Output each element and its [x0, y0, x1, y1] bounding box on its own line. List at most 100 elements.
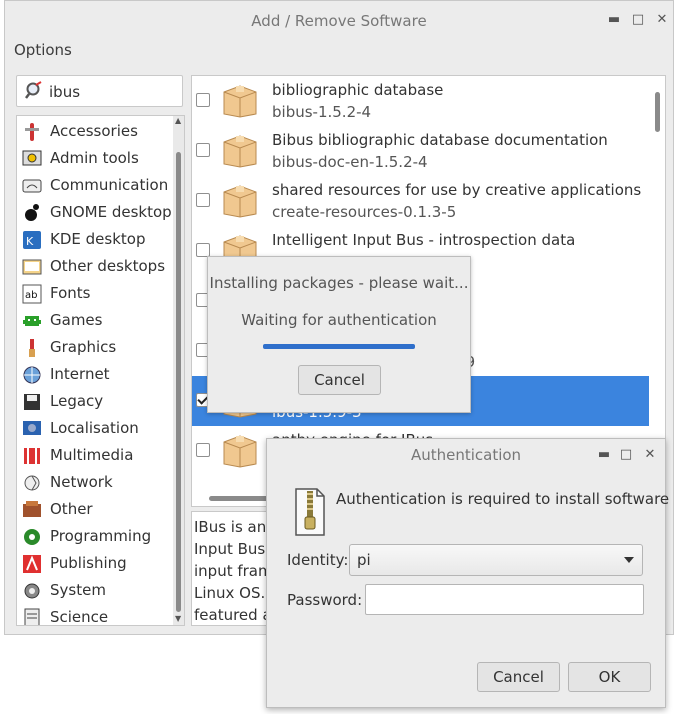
category-label: System — [50, 581, 106, 599]
package-version: bibus-doc-en-1.5.2-4 — [272, 153, 428, 171]
package-icon — [223, 135, 257, 168]
package-row[interactable]: bibliographic database bibus-1.5.2-4 — [192, 76, 649, 126]
minimize-icon[interactable]: ▬ — [605, 11, 623, 29]
package-version: bibus-1.5.2-4 — [272, 103, 372, 121]
close-icon[interactable]: ✕ — [641, 446, 659, 464]
maximize-icon[interactable]: □ — [629, 11, 647, 29]
package-row[interactable]: shared resources for use by creative app… — [192, 176, 649, 226]
scroll-up-icon[interactable]: ▲ — [175, 117, 182, 125]
communication-icon — [22, 179, 42, 193]
close-icon[interactable]: ✕ — [653, 11, 671, 29]
games-icon — [23, 316, 41, 326]
authentication-dialog: Authentication ▬ □ ✕ Authentication is r… — [266, 438, 670, 708]
category-label: Other desktops — [50, 257, 166, 275]
network-icon — [24, 475, 40, 491]
category-item[interactable]: Other — [20, 497, 170, 523]
category-item[interactable]: Communication — [20, 173, 170, 199]
science-icon — [24, 608, 40, 625]
other-desktops-icon — [22, 259, 42, 275]
chevron-down-icon — [624, 557, 634, 563]
maximize-icon[interactable]: □ — [617, 446, 635, 464]
category-item[interactable]: Science — [20, 605, 170, 625]
category-item[interactable]: Accessories — [20, 119, 170, 145]
programming-icon — [24, 529, 40, 545]
category-label: Publishing — [50, 554, 127, 572]
package-icon — [223, 185, 257, 218]
package-checkbox[interactable] — [196, 443, 210, 457]
category-label: Admin tools — [50, 149, 139, 167]
category-item[interactable]: System — [20, 578, 170, 604]
category-label: Communication — [50, 176, 169, 194]
category-item[interactable]: Graphics — [20, 335, 170, 361]
identity-select[interactable]: pi — [349, 544, 643, 576]
scroll-down-icon[interactable]: ▼ — [175, 615, 182, 623]
svg-text:K: K — [26, 235, 34, 248]
category-item[interactable]: Publishing — [20, 551, 170, 577]
category-item[interactable]: GNOME desktop — [20, 200, 172, 226]
category-label: Programming — [50, 527, 152, 545]
scrollbar-thumb[interactable] — [655, 92, 660, 132]
package-checkbox[interactable] — [196, 93, 210, 107]
package-name: shared resources for use by creative app… — [272, 181, 642, 199]
package-checkbox[interactable] — [196, 143, 210, 157]
progress-bar — [263, 344, 415, 349]
package-name: Intelligent Input Bus - introspection da… — [272, 231, 576, 249]
package-checkbox[interactable] — [196, 193, 210, 207]
archive-lock-icon — [295, 488, 325, 536]
package-icon — [223, 85, 257, 118]
category-scrollbar[interactable]: ▲ ▼ — [173, 116, 184, 625]
identity-label: Identity: — [287, 551, 349, 569]
password-label: Password: — [287, 591, 363, 609]
package-name: Bibus bibliographic database documentati… — [272, 131, 608, 149]
identity-value: pi — [357, 551, 371, 569]
package-name: bibliographic database — [272, 81, 444, 99]
category-item[interactable]: Localisation — [20, 416, 170, 442]
category-label: Games — [50, 311, 103, 329]
category-label: Localisation — [50, 419, 139, 437]
category-label: Multimedia — [50, 446, 134, 464]
auth-message: Authentication is required to install so… — [336, 490, 670, 508]
search-box[interactable] — [16, 75, 183, 107]
category-label: Internet — [50, 365, 110, 383]
progress-cancel-button[interactable]: Cancel — [298, 365, 381, 395]
category-label: Network — [50, 473, 113, 491]
category-item[interactable]: Multimedia — [20, 443, 170, 469]
category-item[interactable]: Network — [20, 470, 170, 496]
category-item[interactable]: Programming — [20, 524, 170, 550]
scrollbar-thumb[interactable] — [209, 496, 269, 501]
category-label: Accessories — [50, 122, 138, 140]
kde-icon: K — [23, 231, 41, 249]
localisation-icon — [23, 421, 41, 435]
minimize-icon[interactable]: ▬ — [595, 446, 613, 464]
category-list: ▲ ▼ Accessories Admin tools Communication G… — [16, 115, 185, 626]
auth-cancel-button[interactable]: Cancel — [477, 662, 560, 692]
category-item[interactable]: Games — [20, 308, 170, 334]
internet-icon — [23, 366, 41, 384]
legacy-icon — [24, 394, 40, 410]
category-label: KDE desktop — [50, 230, 146, 248]
category-item[interactable]: K KDE desktop — [20, 227, 170, 253]
system-icon — [24, 583, 40, 599]
category-label: Fonts — [50, 284, 91, 302]
svg-text:ab: ab — [25, 290, 37, 301]
gnome-icon — [25, 204, 39, 221]
password-field[interactable] — [365, 584, 644, 615]
category-item[interactable]: Legacy — [20, 389, 170, 415]
package-checkbox[interactable] — [196, 243, 210, 257]
auth-ok-button[interactable]: OK — [568, 662, 651, 692]
graphics-icon — [29, 339, 35, 357]
category-item[interactable]: Internet — [20, 362, 170, 388]
menu-options[interactable]: Options — [14, 41, 72, 59]
category-item[interactable]: Admin tools — [20, 146, 170, 172]
title-bar[interactable]: Add / Remove Software ▬ □ ✕ — [5, 1, 673, 41]
admin-tools-icon — [22, 150, 42, 166]
package-row[interactable]: Bibus bibliographic database documentati… — [192, 126, 649, 176]
scrollbar-thumb[interactable] — [176, 152, 181, 612]
progress-title: Installing packages - please wait... — [209, 274, 469, 292]
category-label: GNOME desktop — [50, 203, 172, 221]
search-input[interactable] — [47, 80, 181, 104]
package-icon — [223, 435, 257, 468]
category-item[interactable]: Other desktops — [20, 254, 170, 280]
category-item[interactable]: ab Fonts — [20, 281, 170, 307]
category-label: Legacy — [50, 392, 104, 410]
